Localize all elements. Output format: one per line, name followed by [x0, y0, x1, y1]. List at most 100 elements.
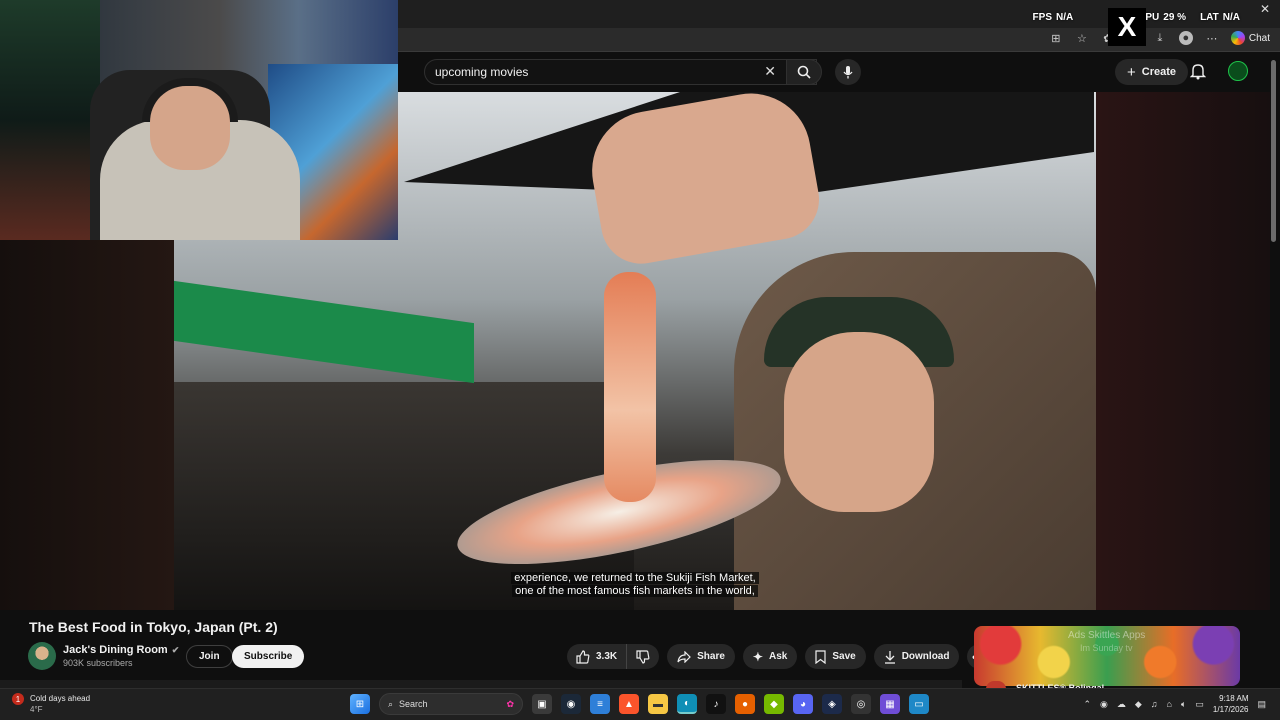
brave-icon[interactable]: ▲	[619, 694, 639, 714]
system-clock[interactable]: 9:18 AM 1/17/2026	[1213, 693, 1249, 715]
like-button[interactable]: 3.3K	[567, 644, 628, 669]
copilot-chat-button[interactable]: Chat	[1230, 31, 1270, 45]
share-label: Share	[697, 651, 725, 662]
scene-crab-leg	[604, 272, 656, 502]
battery-icon[interactable]: ▭	[1195, 699, 1204, 710]
split-screen-icon[interactable]: ⊞	[1049, 31, 1063, 45]
page-scrollbar[interactable]	[1270, 60, 1278, 690]
notification-center-icon[interactable]: ▤	[1257, 699, 1266, 710]
youtube-header: upcoming movies ✕ + Create	[398, 52, 1270, 92]
task-view-icon[interactable]: ▣	[532, 694, 552, 714]
verified-check-icon: ✔	[171, 644, 180, 655]
channel-avatar[interactable]	[28, 642, 56, 670]
tiktok-icon[interactable]: ♪	[706, 694, 726, 714]
share-icon	[677, 650, 691, 663]
taskbar-search[interactable]: ⌕ Search ✿	[379, 693, 523, 715]
description-box-edge	[0, 680, 962, 688]
profile-icon[interactable]: ●	[1178, 31, 1193, 45]
tray-overflow-icon[interactable]: ⌃	[1083, 699, 1091, 710]
share-button[interactable]: Share	[667, 644, 735, 669]
clear-search-icon[interactable]: ✕	[764, 63, 776, 80]
taskbar: 1 Cold days ahead 4°F ⊞ ⌕ Search ✿ ▣ ◉ ≡…	[0, 688, 1280, 720]
kick-icon[interactable]: ◈	[822, 694, 842, 714]
favorite-star-icon[interactable]: ☆	[1075, 31, 1089, 45]
steam-icon[interactable]: ◉	[561, 694, 581, 714]
ask-button[interactable]: ✦ Ask	[742, 644, 798, 669]
browser-toolbar: ⊞ ☆ ✿ ★ ⤓ ● ⋯ Chat	[398, 28, 1280, 52]
nvidia-icon[interactable]: ◆	[764, 694, 784, 714]
webcam-overlay	[0, 0, 398, 240]
like-dislike-group: 3.3K	[567, 644, 660, 669]
clock-date: 1/17/2026	[1212, 705, 1249, 714]
subscribe-button[interactable]: Subscribe	[232, 645, 305, 668]
caption-line-2: one of the most famous fish markets in t…	[512, 585, 758, 597]
ambient-right	[1096, 92, 1270, 610]
webcam-shelf	[0, 0, 100, 240]
notepad-icon[interactable]: ≡	[590, 694, 610, 714]
join-button[interactable]: Join	[186, 645, 233, 668]
notifications-button[interactable]	[1189, 62, 1207, 85]
create-button[interactable]: + Create	[1115, 59, 1189, 85]
search-icon: ⌕	[388, 698, 394, 709]
discord-icon[interactable]: ◕	[793, 694, 813, 714]
dislike-button[interactable]	[627, 644, 659, 669]
search-input[interactable]: upcoming movies ✕	[424, 59, 817, 85]
download-label: Download	[901, 651, 950, 662]
grid-app-icon[interactable]: ▦	[880, 694, 900, 714]
file-explorer-icon[interactable]: ▬	[648, 694, 668, 714]
bookmark-icon	[815, 649, 826, 664]
voice-search-button[interactable]	[835, 59, 861, 85]
channel-name[interactable]: Jack's Dining Room ✔	[63, 644, 179, 656]
cloud-tray-icon[interactable]: ☁	[1117, 699, 1126, 710]
mic-tray-icon[interactable]: ♫	[1151, 699, 1158, 709]
windows-start-icon[interactable]: ⊞	[350, 694, 370, 714]
search-button[interactable]	[786, 59, 822, 85]
volume-icon[interactable]: 🔈︎	[1181, 699, 1186, 710]
thumbs-down-icon	[636, 649, 650, 664]
taskbar-apps: ⊞ ⌕ Search ✿ ▣ ◉ ≡ ▲ ▬ ◐ ♪ ● ◆ ◕ ◈ ◎ ▦ ▭	[350, 693, 929, 715]
fps-stat: FPS N/A	[1032, 12, 1074, 23]
edge-icon[interactable]: ◐	[677, 694, 697, 714]
channel-name-text: Jack's Dining Room	[63, 644, 168, 656]
chat-label: Chat	[1248, 32, 1270, 44]
system-tray: ⌃ ◉ ☁ ◆ ♫ ⌂ 🔈︎ ▭ 9:18 AM 1/17/2026 ▤	[1083, 693, 1266, 715]
weather-text: Cold days ahead 4°F	[30, 693, 90, 715]
clock-time: 9:18 AM	[1219, 694, 1249, 703]
steam-tray-icon[interactable]: ◉	[1100, 699, 1108, 710]
account-avatar[interactable]	[1228, 61, 1248, 81]
x-logo-icon: X	[1108, 8, 1146, 46]
captions: experience, we returned to the Sukiji Fi…	[174, 572, 1096, 598]
nvidia-tray-icon[interactable]: ◆	[1135, 699, 1142, 710]
downloads-icon[interactable]: ⤓	[1153, 31, 1167, 45]
subscriber-count: 903K subscribers	[63, 658, 133, 668]
related-overlay-text: Ads Skittles Apps	[1068, 630, 1146, 641]
ask-label: Ask	[768, 651, 788, 662]
related-channel-name[interactable]: SKITTLES® Bolingal...	[1016, 680, 1112, 688]
scene-face	[784, 332, 934, 512]
save-button[interactable]: Save	[805, 644, 866, 669]
photos-icon[interactable]: ▭	[909, 694, 929, 714]
weather-widget[interactable]: 1 Cold days ahead 4°F	[12, 693, 90, 715]
desktop-screen: ✕ ⊞ ☆ ✿ ★ ⤓ ● ⋯ Chat FPSN/A % CPU29 % LA…	[0, 0, 1280, 720]
search-query: upcoming movies	[435, 65, 529, 79]
microphone-icon	[843, 66, 853, 79]
scrollbar-thumb[interactable]	[1271, 60, 1276, 242]
download-button[interactable]: Download	[873, 644, 960, 669]
video-actions: 3.3K Share ✦ Ask Save Download •••	[567, 644, 993, 669]
like-count: 3.3K	[596, 651, 618, 662]
plus-icon: +	[1127, 63, 1136, 81]
bell-icon	[1189, 64, 1207, 80]
more-options-icon[interactable]: ⋯	[1205, 31, 1219, 45]
search-highlight-icon: ✿	[506, 698, 514, 709]
weather-temp: 4°F	[30, 705, 43, 714]
close-window-icon[interactable]: ✕	[1260, 2, 1270, 16]
search-icon	[797, 65, 811, 79]
caption-line-1: experience, we returned to the Sukiji Fi…	[511, 572, 759, 584]
network-icon[interactable]: ⌂	[1167, 699, 1172, 709]
download-icon	[884, 650, 895, 664]
obs-icon[interactable]: ◎	[851, 694, 871, 714]
taskbar-search-label: Search	[399, 699, 428, 709]
firefox-icon[interactable]: ●	[735, 694, 755, 714]
related-overlay-subtext: Im Sunday tv	[1080, 643, 1133, 653]
create-label: Create	[1141, 66, 1177, 78]
